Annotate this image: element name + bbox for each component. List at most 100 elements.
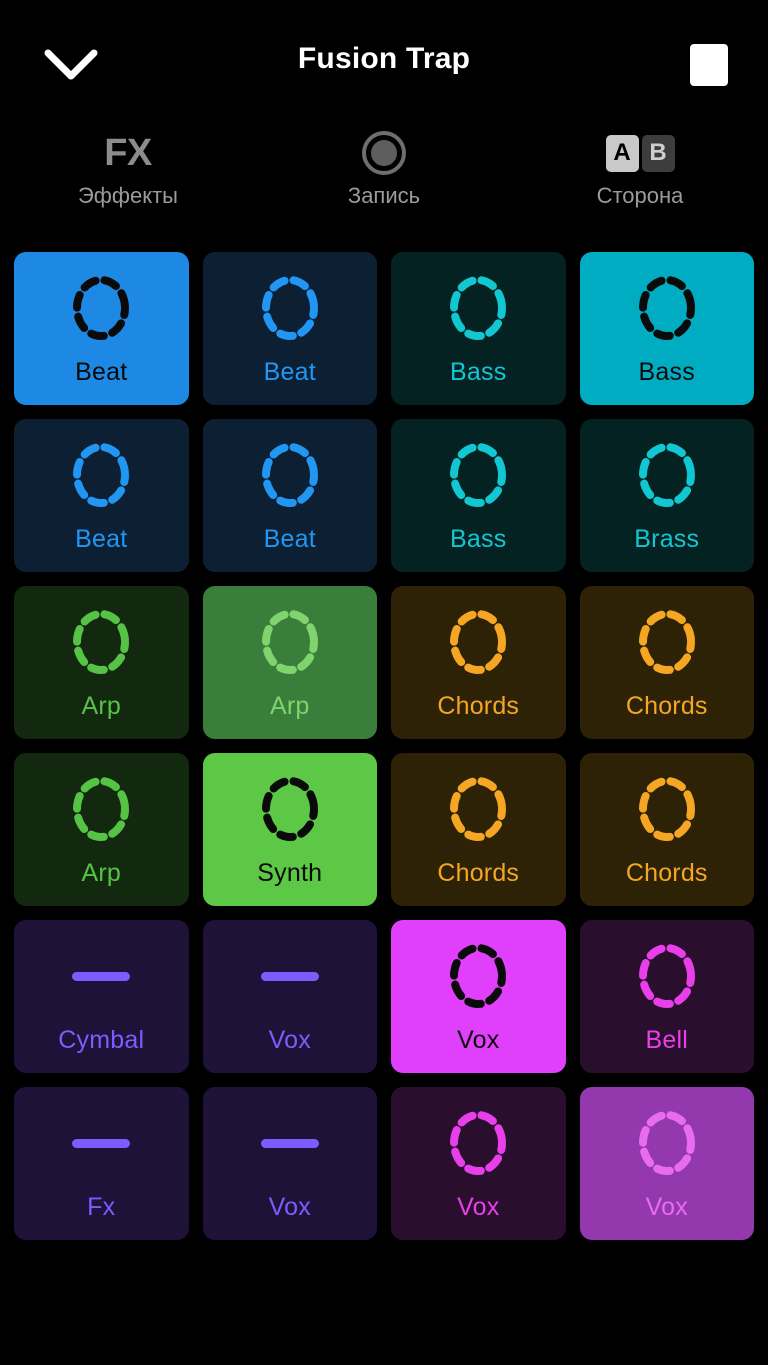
top-bar: Fusion Trap [0,0,768,130]
pad-brass-7[interactable]: Brass [579,419,754,572]
dashed-ring-icon [73,610,130,674]
pad-vox-17[interactable]: Vox [202,920,377,1073]
pad-icon-one-shot [260,1107,319,1179]
one-shot-bar-icon [260,1138,319,1148]
pad-label: Vox [268,1193,311,1221]
pad-label: Vox [645,1193,688,1221]
one-shot-bar-icon [260,971,319,981]
pad-icon-one-shot [72,1107,131,1179]
dashed-ring-icon [261,443,318,507]
pad-chords-14[interactable]: Chords [391,753,566,906]
toolbar: FX Эффекты Запись A B Сторона [0,130,768,252]
dashed-ring-icon [73,276,130,340]
pad-chords-11[interactable]: Chords [579,586,754,739]
chevron-down-icon [44,48,98,82]
record-icon [361,130,407,176]
pad-vox-21[interactable]: Vox [202,1087,377,1240]
pad-label: Chords [437,859,520,887]
pad-icon-dashed-ring [445,272,511,344]
app-screen: Fusion Trap FX Эффекты Запись A B Сторон… [0,0,768,1365]
toolbar-item-side[interactable]: A B Сторона [512,130,768,207]
pad-icon-dashed-ring [445,773,511,845]
pad-beat-1[interactable]: Beat [202,252,377,405]
dashed-ring-icon [638,944,695,1008]
pad-arp-8[interactable]: Arp [14,586,189,739]
collapse-button[interactable] [40,34,102,96]
pad-icon-dashed-ring [68,272,134,344]
pad-beat-4[interactable]: Beat [14,419,189,572]
pad-arp-12[interactable]: Arp [14,753,189,906]
dashed-ring-icon [450,443,507,507]
dashed-ring-icon [261,276,318,340]
pad-label: Chords [437,692,520,720]
pad-label: Cymbal [58,1026,145,1054]
one-shot-bar-icon [72,971,131,981]
pad-grid: Beat Beat Bass Bass Beat Beat Bass Brass Arp Arp C… [0,252,768,1240]
pad-cymbal-16[interactable]: Cymbal [14,920,189,1073]
dashed-ring-icon [450,610,507,674]
pad-label: Chords [625,692,708,720]
pad-vox-23[interactable]: Vox [579,1087,754,1240]
dashed-ring-icon [261,610,318,674]
toolbar-item-effects[interactable]: FX Эффекты [0,130,256,207]
toolbar-item-record[interactable]: Запись [256,130,512,207]
pad-label: Fx [87,1193,116,1221]
dashed-ring-icon [638,610,695,674]
pad-label: Arp [269,692,310,720]
pad-icon-dashed-ring [634,1107,700,1179]
pad-arp-9[interactable]: Arp [202,586,377,739]
pad-beat-0[interactable]: Beat [14,252,189,405]
pad-label: Vox [268,1026,311,1054]
stop-square-icon[interactable] [690,44,728,86]
pad-label: Arp [81,692,121,720]
pad-icon-dashed-ring [445,940,511,1012]
pad-icon-one-shot [260,940,319,1012]
dashed-ring-icon [73,777,130,841]
dashed-ring-icon [73,443,130,507]
pad-bass-6[interactable]: Bass [391,419,566,572]
ab-side-icon: A B [605,130,675,176]
pad-vox-22[interactable]: Vox [391,1087,566,1240]
pad-icon-dashed-ring [634,439,700,511]
pad-bass-3[interactable]: Bass [579,252,754,405]
pad-icon-dashed-ring [634,940,700,1012]
pad-icon-one-shot [72,940,131,1012]
pad-icon-dashed-ring [68,606,134,678]
dashed-ring-icon [450,944,507,1008]
pad-synth-13[interactable]: Synth [202,753,377,906]
dashed-ring-icon [638,276,695,340]
side-a-button[interactable]: A [605,134,639,172]
dashed-ring-icon [638,1111,695,1175]
pad-icon-dashed-ring [257,606,323,678]
pad-chords-15[interactable]: Chords [579,753,754,906]
pad-label: Vox [457,1026,500,1054]
pad-fx-20[interactable]: Fx [14,1087,189,1240]
dashed-ring-icon [450,276,507,340]
dashed-ring-icon [638,443,695,507]
dashed-ring-icon [450,1111,507,1175]
pad-icon-dashed-ring [68,439,134,511]
page-title: Fusion Trap [297,42,471,75]
pad-icon-dashed-ring [634,272,700,344]
pad-label: Chords [625,859,708,887]
pad-label: Bell [645,1026,688,1054]
fx-glyph: FX [104,132,152,174]
pad-label: Beat [263,358,316,386]
pad-icon-dashed-ring [257,439,323,511]
pad-icon-dashed-ring [445,1107,511,1179]
pad-label: Arp [81,859,121,887]
pad-label: Synth [257,859,323,887]
one-shot-bar-icon [72,1138,131,1148]
pad-icon-dashed-ring [257,272,323,344]
pad-bell-19[interactable]: Bell [579,920,754,1073]
pad-chords-10[interactable]: Chords [391,586,566,739]
pad-label: Beat [263,525,316,553]
side-b-button[interactable]: B [641,134,675,172]
toolbar-label-effects: Эффекты [77,183,178,208]
toolbar-label-side: Сторона [596,183,684,208]
pad-label: Bass [638,358,695,386]
pad-beat-5[interactable]: Beat [202,419,377,572]
pad-bass-2[interactable]: Bass [391,252,566,405]
pad-vox-18[interactable]: Vox [391,920,566,1073]
pad-label: Vox [457,1193,500,1221]
